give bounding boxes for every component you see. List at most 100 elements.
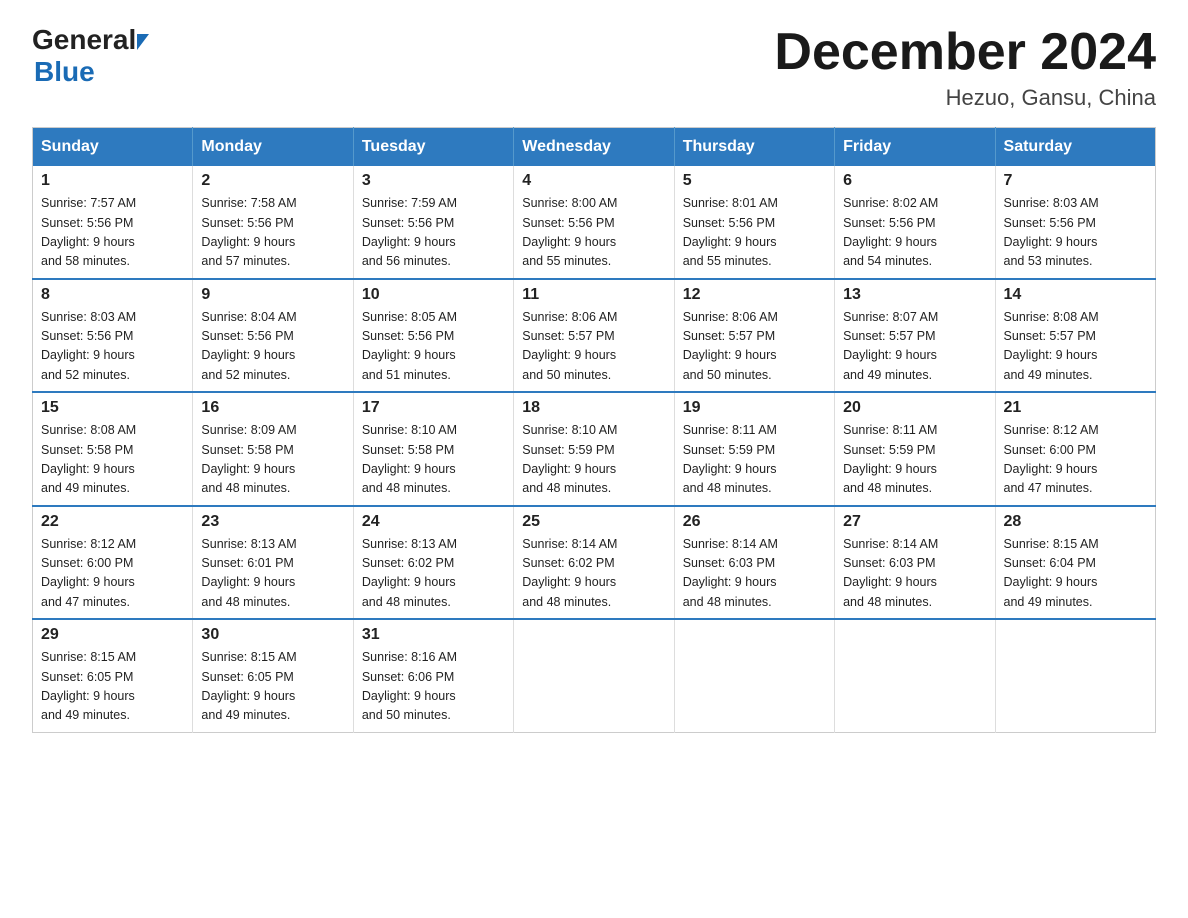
calendar-cell: 28 Sunrise: 8:15 AM Sunset: 6:04 PM Dayl…	[995, 506, 1155, 620]
calendar-cell: 19 Sunrise: 8:11 AM Sunset: 5:59 PM Dayl…	[674, 392, 834, 506]
day-number: 11	[522, 286, 665, 304]
calendar-cell	[674, 619, 834, 732]
day-info: Sunrise: 8:00 AM Sunset: 5:56 PM Dayligh…	[522, 194, 665, 272]
calendar-cell: 9 Sunrise: 8:04 AM Sunset: 5:56 PM Dayli…	[193, 279, 353, 393]
calendar-cell: 15 Sunrise: 8:08 AM Sunset: 5:58 PM Dayl…	[33, 392, 193, 506]
location-title: Hezuo, Gansu, China	[774, 85, 1156, 111]
calendar-cell: 8 Sunrise: 8:03 AM Sunset: 5:56 PM Dayli…	[33, 279, 193, 393]
calendar-cell: 5 Sunrise: 8:01 AM Sunset: 5:56 PM Dayli…	[674, 166, 834, 279]
calendar-cell: 4 Sunrise: 8:00 AM Sunset: 5:56 PM Dayli…	[514, 166, 674, 279]
day-info: Sunrise: 8:15 AM Sunset: 6:05 PM Dayligh…	[201, 648, 344, 726]
title-area: December 2024 Hezuo, Gansu, China	[774, 24, 1156, 111]
day-number: 27	[843, 513, 986, 531]
day-number: 1	[41, 172, 184, 190]
day-number: 19	[683, 399, 826, 417]
calendar-cell: 26 Sunrise: 8:14 AM Sunset: 6:03 PM Dayl…	[674, 506, 834, 620]
calendar-cell: 23 Sunrise: 8:13 AM Sunset: 6:01 PM Dayl…	[193, 506, 353, 620]
day-info: Sunrise: 8:05 AM Sunset: 5:56 PM Dayligh…	[362, 308, 505, 386]
calendar-cell	[995, 619, 1155, 732]
day-info: Sunrise: 8:13 AM Sunset: 6:02 PM Dayligh…	[362, 535, 505, 613]
day-info: Sunrise: 8:15 AM Sunset: 6:04 PM Dayligh…	[1004, 535, 1147, 613]
day-info: Sunrise: 8:10 AM Sunset: 5:58 PM Dayligh…	[362, 421, 505, 499]
day-number: 22	[41, 513, 184, 531]
col-header-monday: Monday	[193, 128, 353, 167]
calendar-cell: 25 Sunrise: 8:14 AM Sunset: 6:02 PM Dayl…	[514, 506, 674, 620]
day-info: Sunrise: 8:06 AM Sunset: 5:57 PM Dayligh…	[522, 308, 665, 386]
calendar-cell: 18 Sunrise: 8:10 AM Sunset: 5:59 PM Dayl…	[514, 392, 674, 506]
calendar-cell	[835, 619, 995, 732]
col-header-wednesday: Wednesday	[514, 128, 674, 167]
day-info: Sunrise: 8:07 AM Sunset: 5:57 PM Dayligh…	[843, 308, 986, 386]
day-number: 6	[843, 172, 986, 190]
calendar-cell: 31 Sunrise: 8:16 AM Sunset: 6:06 PM Dayl…	[353, 619, 513, 732]
day-number: 30	[201, 626, 344, 644]
day-info: Sunrise: 8:15 AM Sunset: 6:05 PM Dayligh…	[41, 648, 184, 726]
calendar-cell: 24 Sunrise: 8:13 AM Sunset: 6:02 PM Dayl…	[353, 506, 513, 620]
calendar-cell: 1 Sunrise: 7:57 AM Sunset: 5:56 PM Dayli…	[33, 166, 193, 279]
day-number: 5	[683, 172, 826, 190]
calendar-cell: 6 Sunrise: 8:02 AM Sunset: 5:56 PM Dayli…	[835, 166, 995, 279]
logo-arrow-icon	[137, 34, 149, 50]
day-info: Sunrise: 7:58 AM Sunset: 5:56 PM Dayligh…	[201, 194, 344, 272]
calendar-cell: 30 Sunrise: 8:15 AM Sunset: 6:05 PM Dayl…	[193, 619, 353, 732]
day-number: 29	[41, 626, 184, 644]
logo: General Blue	[32, 24, 149, 88]
col-header-friday: Friday	[835, 128, 995, 167]
month-title: December 2024	[774, 24, 1156, 81]
day-info: Sunrise: 8:08 AM Sunset: 5:57 PM Dayligh…	[1004, 308, 1147, 386]
logo-blue-text: Blue	[34, 56, 95, 87]
calendar-cell: 22 Sunrise: 8:12 AM Sunset: 6:00 PM Dayl…	[33, 506, 193, 620]
day-number: 9	[201, 286, 344, 304]
day-info: Sunrise: 8:08 AM Sunset: 5:58 PM Dayligh…	[41, 421, 184, 499]
day-number: 15	[41, 399, 184, 417]
day-info: Sunrise: 8:03 AM Sunset: 5:56 PM Dayligh…	[41, 308, 184, 386]
calendar-cell: 2 Sunrise: 7:58 AM Sunset: 5:56 PM Dayli…	[193, 166, 353, 279]
page-header: General Blue December 2024 Hezuo, Gansu,…	[32, 24, 1156, 111]
calendar-cell: 13 Sunrise: 8:07 AM Sunset: 5:57 PM Dayl…	[835, 279, 995, 393]
calendar-cell: 12 Sunrise: 8:06 AM Sunset: 5:57 PM Dayl…	[674, 279, 834, 393]
day-number: 7	[1004, 172, 1147, 190]
logo-general-text: General	[32, 24, 136, 56]
calendar-cell: 21 Sunrise: 8:12 AM Sunset: 6:00 PM Dayl…	[995, 392, 1155, 506]
day-info: Sunrise: 8:11 AM Sunset: 5:59 PM Dayligh…	[843, 421, 986, 499]
day-info: Sunrise: 8:16 AM Sunset: 6:06 PM Dayligh…	[362, 648, 505, 726]
day-info: Sunrise: 8:13 AM Sunset: 6:01 PM Dayligh…	[201, 535, 344, 613]
day-number: 13	[843, 286, 986, 304]
col-header-tuesday: Tuesday	[353, 128, 513, 167]
day-number: 31	[362, 626, 505, 644]
day-info: Sunrise: 8:01 AM Sunset: 5:56 PM Dayligh…	[683, 194, 826, 272]
col-header-thursday: Thursday	[674, 128, 834, 167]
day-number: 12	[683, 286, 826, 304]
day-info: Sunrise: 8:04 AM Sunset: 5:56 PM Dayligh…	[201, 308, 344, 386]
calendar-cell: 10 Sunrise: 8:05 AM Sunset: 5:56 PM Dayl…	[353, 279, 513, 393]
day-info: Sunrise: 8:14 AM Sunset: 6:02 PM Dayligh…	[522, 535, 665, 613]
day-number: 8	[41, 286, 184, 304]
day-info: Sunrise: 7:59 AM Sunset: 5:56 PM Dayligh…	[362, 194, 505, 272]
calendar-cell: 29 Sunrise: 8:15 AM Sunset: 6:05 PM Dayl…	[33, 619, 193, 732]
day-info: Sunrise: 7:57 AM Sunset: 5:56 PM Dayligh…	[41, 194, 184, 272]
day-number: 23	[201, 513, 344, 531]
day-number: 21	[1004, 399, 1147, 417]
day-number: 20	[843, 399, 986, 417]
day-info: Sunrise: 8:12 AM Sunset: 6:00 PM Dayligh…	[41, 535, 184, 613]
calendar-cell: 27 Sunrise: 8:14 AM Sunset: 6:03 PM Dayl…	[835, 506, 995, 620]
col-header-sunday: Sunday	[33, 128, 193, 167]
day-number: 2	[201, 172, 344, 190]
calendar-table: SundayMondayTuesdayWednesdayThursdayFrid…	[32, 127, 1156, 733]
day-number: 28	[1004, 513, 1147, 531]
day-info: Sunrise: 8:09 AM Sunset: 5:58 PM Dayligh…	[201, 421, 344, 499]
day-number: 18	[522, 399, 665, 417]
day-number: 14	[1004, 286, 1147, 304]
col-header-saturday: Saturday	[995, 128, 1155, 167]
day-number: 4	[522, 172, 665, 190]
calendar-cell: 11 Sunrise: 8:06 AM Sunset: 5:57 PM Dayl…	[514, 279, 674, 393]
calendar-cell: 3 Sunrise: 7:59 AM Sunset: 5:56 PM Dayli…	[353, 166, 513, 279]
calendar-cell: 17 Sunrise: 8:10 AM Sunset: 5:58 PM Dayl…	[353, 392, 513, 506]
day-number: 26	[683, 513, 826, 531]
day-number: 10	[362, 286, 505, 304]
day-info: Sunrise: 8:14 AM Sunset: 6:03 PM Dayligh…	[843, 535, 986, 613]
day-info: Sunrise: 8:11 AM Sunset: 5:59 PM Dayligh…	[683, 421, 826, 499]
calendar-cell: 16 Sunrise: 8:09 AM Sunset: 5:58 PM Dayl…	[193, 392, 353, 506]
day-number: 3	[362, 172, 505, 190]
day-info: Sunrise: 8:02 AM Sunset: 5:56 PM Dayligh…	[843, 194, 986, 272]
